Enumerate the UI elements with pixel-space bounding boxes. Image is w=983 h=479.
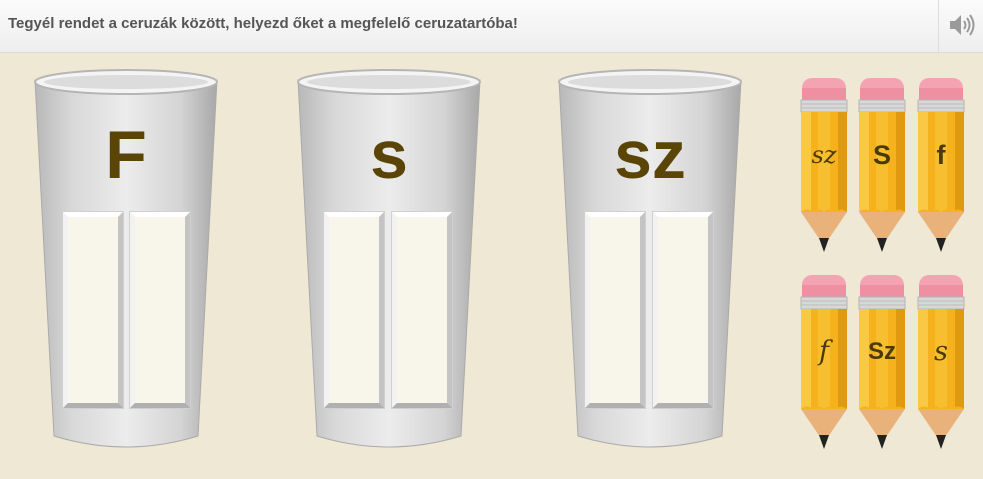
pencil-label: S — [872, 140, 891, 170]
pencil-3[interactable]: f — [915, 76, 967, 254]
drop-slot[interactable] — [324, 212, 384, 408]
drop-slot[interactable] — [392, 212, 452, 408]
pencil-label: Sz — [867, 338, 896, 365]
pencil-1[interactable]: sz — [798, 76, 850, 254]
cup-f: F — [33, 66, 219, 450]
drop-slot[interactable] — [63, 212, 123, 408]
pencil-label: sz — [811, 141, 837, 169]
speaker-icon — [950, 14, 975, 36]
pencil-label: f — [819, 336, 829, 367]
instruction-text: Tegyél rendet a ceruzák között, helyezd … — [8, 15, 518, 32]
sound-button[interactable] — [938, 0, 983, 52]
cup-sz: sz — [557, 66, 743, 450]
drop-slot[interactable] — [585, 212, 645, 408]
pencil-2[interactable]: S — [856, 76, 908, 254]
cup-letter: F — [105, 117, 147, 193]
pencil-6[interactable]: s — [915, 273, 967, 451]
pencil-label: f — [936, 140, 946, 170]
drop-slot[interactable] — [130, 212, 190, 408]
cup-letter: sz — [614, 117, 686, 193]
top-bar: Tegyél rendet a ceruzák között, helyezd … — [0, 0, 983, 53]
pencil-5[interactable]: Sz — [856, 273, 908, 451]
drop-slot[interactable] — [653, 212, 713, 408]
pencil-4[interactable]: f — [798, 273, 850, 451]
cup-s: s — [296, 66, 482, 450]
pencil-label: s — [934, 336, 948, 367]
cup-letter: s — [370, 117, 408, 193]
